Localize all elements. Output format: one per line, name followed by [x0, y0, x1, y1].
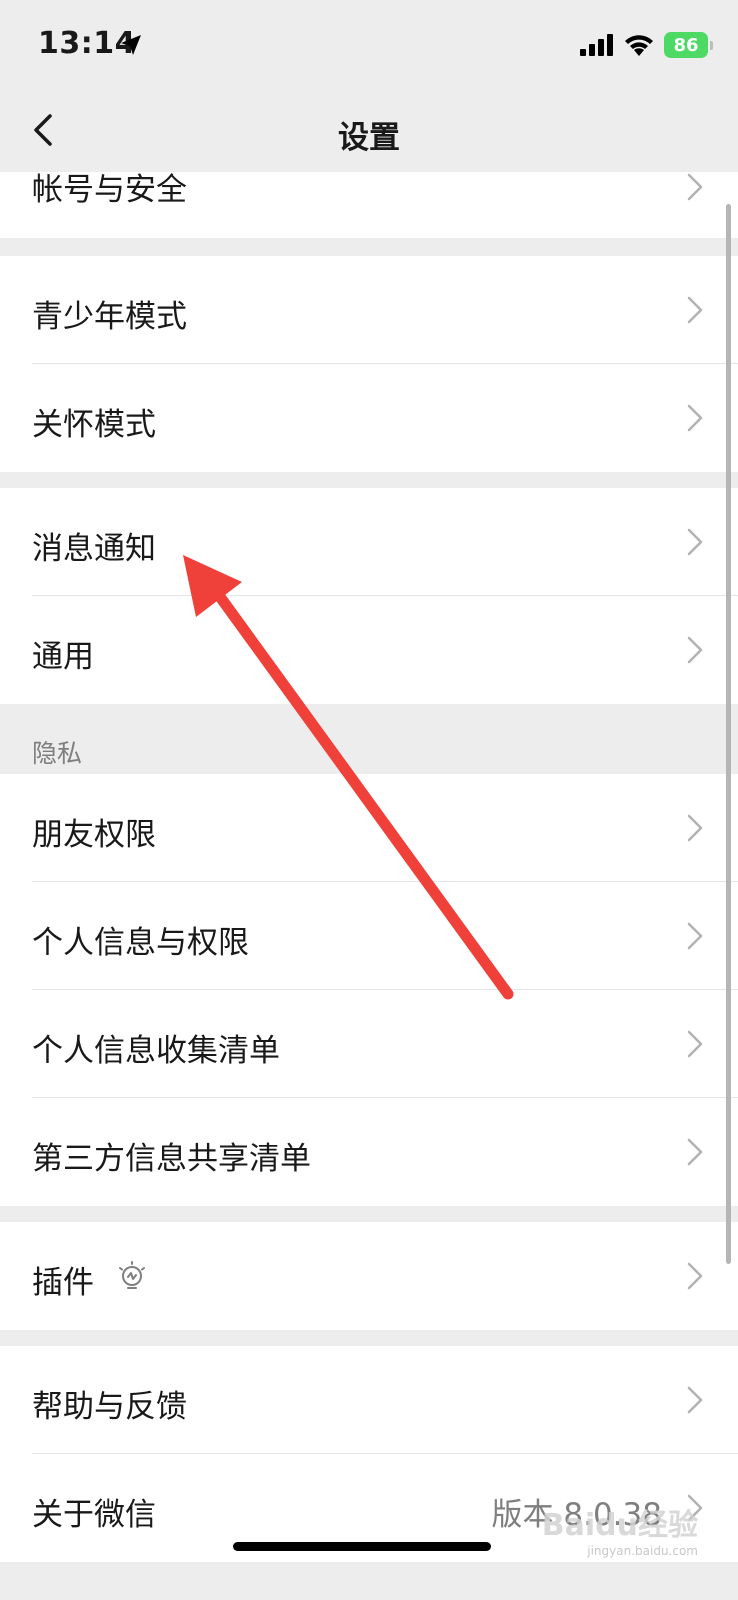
cell-notifications[interactable]: 消息通知	[0, 488, 738, 596]
chevron-right-icon	[687, 1262, 703, 1290]
location-arrow-icon	[121, 35, 141, 55]
cell-teen-mode[interactable]: 青少年模式	[0, 256, 738, 364]
cellular-signal-icon	[580, 34, 613, 56]
cell-general[interactable]: 通用	[0, 596, 738, 704]
scrollbar[interactable]	[726, 204, 731, 1264]
chevron-right-icon	[687, 636, 703, 664]
chevron-right-icon	[687, 1030, 703, 1058]
watermark: Baidu经验 jingyan.baidu.com	[542, 1500, 698, 1558]
wifi-icon	[625, 35, 653, 56]
section-header-privacy: 隐私	[32, 739, 83, 768]
cell-label: 关于微信	[32, 1497, 156, 1533]
chevron-right-icon	[687, 814, 703, 842]
cell-friend-permissions[interactable]: 朋友权限	[0, 774, 738, 882]
cell-label: 第三方信息共享清单	[32, 1141, 311, 1177]
page-title: 设置	[338, 120, 400, 156]
lightbulb-icon	[119, 1261, 145, 1289]
chevron-right-icon	[687, 1386, 703, 1414]
cell-care-mode[interactable]: 关怀模式	[0, 364, 738, 472]
cell-label: 帮助与反馈	[32, 1389, 187, 1425]
cell-personal-info-permissions[interactable]: 个人信息与权限	[0, 882, 738, 990]
chevron-right-icon	[687, 296, 703, 324]
status-bar: 13:14 86	[0, 0, 738, 88]
cell-label: 青少年模式	[32, 299, 187, 335]
cell-label: 帐号与安全	[32, 172, 187, 208]
battery-level: 86	[673, 34, 699, 56]
cell-label: 朋友权限	[32, 817, 156, 853]
cell-plugins[interactable]: 插件	[0, 1222, 738, 1330]
cell-label: 通用	[32, 639, 94, 675]
nav-bar: 设置	[0, 88, 738, 172]
chevron-right-icon	[687, 173, 703, 201]
cell-third-party-sharing[interactable]: 第三方信息共享清单	[0, 1098, 738, 1206]
status-indicators: 86	[580, 30, 713, 60]
settings-list[interactable]: 帐号与安全 青少年模式 关怀模式 消息通知 通用 隐私 朋友权限 个人信息与权限	[0, 172, 738, 1600]
chevron-right-icon	[687, 528, 703, 556]
cell-label: 插件	[32, 1265, 94, 1301]
cell-label: 消息通知	[32, 531, 156, 567]
home-indicator[interactable]	[233, 1542, 491, 1551]
cell-label: 关怀模式	[32, 407, 156, 443]
cell-personal-info-collection[interactable]: 个人信息收集清单	[0, 990, 738, 1098]
cell-account-security[interactable]: 帐号与安全	[0, 172, 738, 238]
chevron-right-icon	[687, 1138, 703, 1166]
cell-label: 个人信息收集清单	[32, 1033, 280, 1069]
battery-icon: 86	[664, 32, 713, 58]
watermark-brand: Baidu经验	[541, 1508, 698, 1543]
chevron-right-icon	[687, 922, 703, 950]
cell-help-feedback[interactable]: 帮助与反馈	[0, 1346, 738, 1454]
watermark-url: jingyan.baidu.com	[587, 1544, 698, 1558]
cell-label: 个人信息与权限	[32, 925, 249, 961]
chevron-right-icon	[687, 404, 703, 432]
